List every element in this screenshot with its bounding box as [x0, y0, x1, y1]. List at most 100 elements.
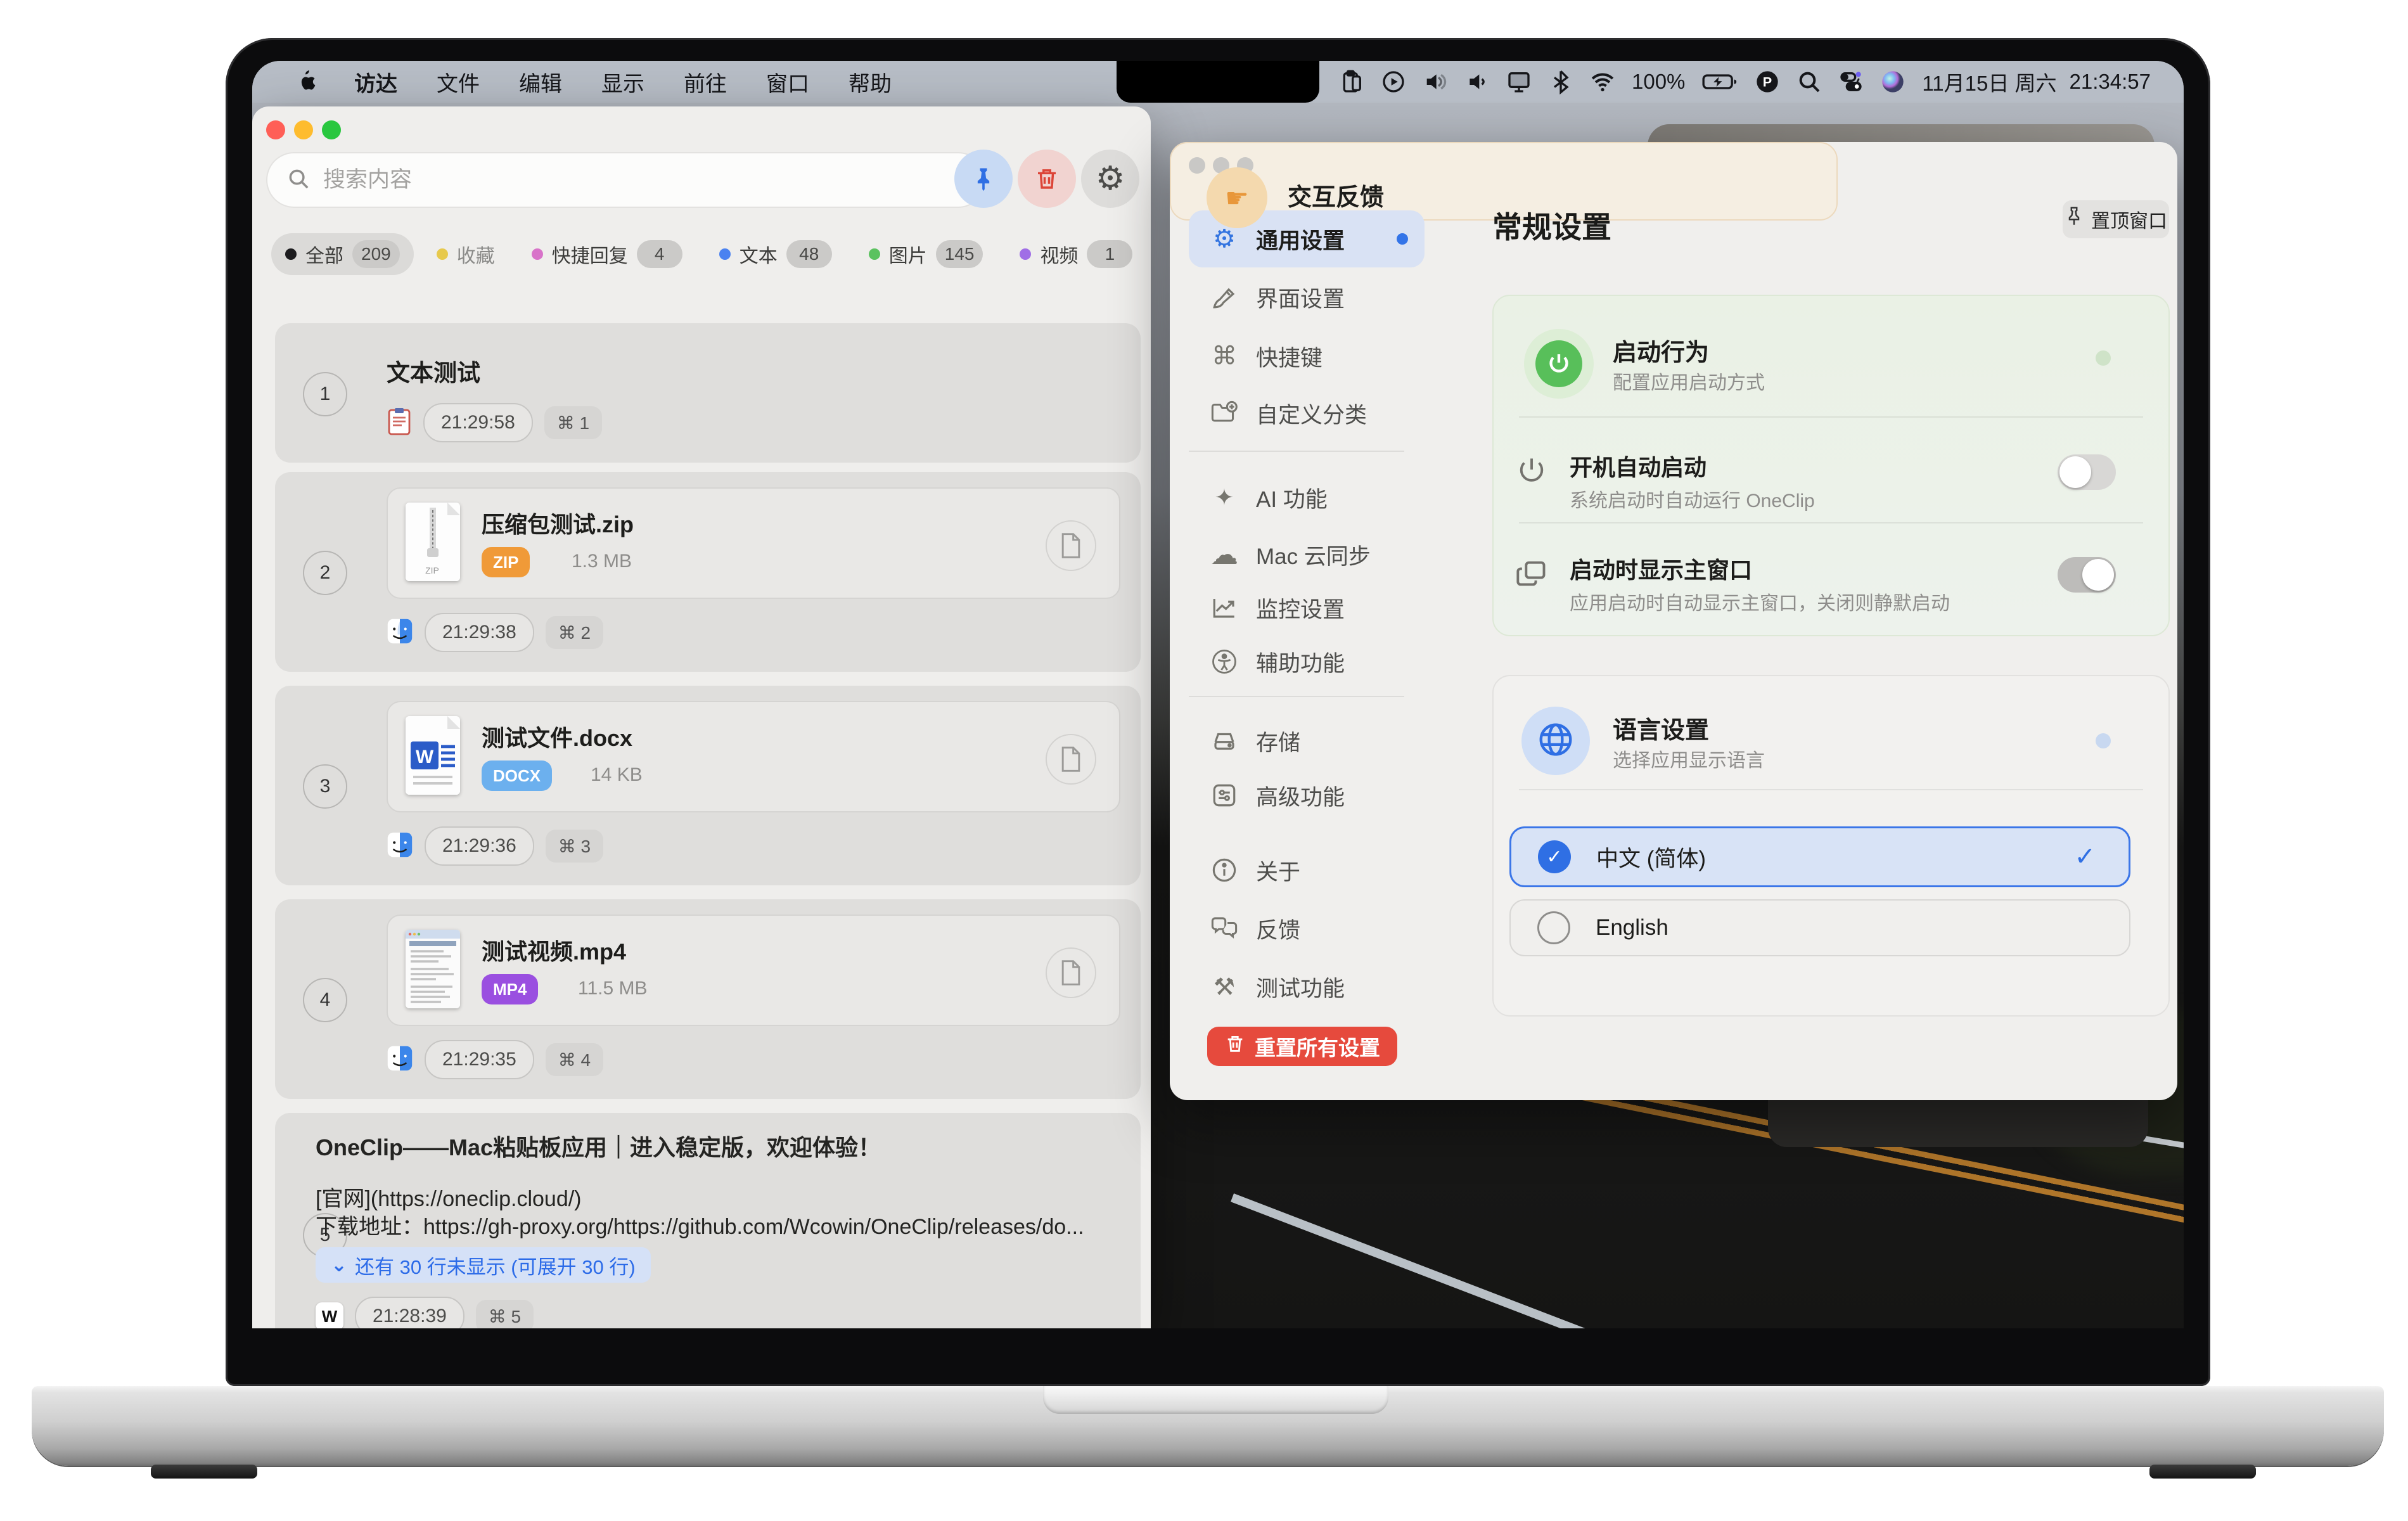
sidebar-item-shortcuts[interactable]: ⌘ 快捷键	[1189, 328, 1425, 385]
sidebar-label: 通用设置	[1256, 228, 1345, 254]
sidebar-item-interface[interactable]: 界面设置	[1189, 269, 1425, 326]
bluetooth-icon[interactable]	[1548, 69, 1573, 94]
settings-gear-button[interactable]: ⚙	[1081, 150, 1139, 208]
open-file-icon[interactable]	[1046, 734, 1096, 785]
battery-icon[interactable]	[1701, 69, 1738, 94]
clear-history-button[interactable]	[1018, 150, 1076, 208]
item-index: 2	[303, 551, 347, 595]
search-bar[interactable]	[266, 152, 986, 208]
screen: 访达 文件 编辑 显示 前往 窗口 帮助 100% P 11月15日 周六 21…	[252, 61, 2184, 1328]
app-p-status-icon[interactable]: P	[1755, 69, 1780, 94]
file-card[interactable]: 测试视频.mp4 MP4 11.5 MB	[387, 915, 1120, 1026]
lid-groove	[1043, 1386, 1388, 1414]
file-type-badge: MP4	[482, 974, 539, 1004]
toggle-knob	[2082, 559, 2114, 591]
sidebar-item-about[interactable]: 关于	[1189, 842, 1425, 899]
card-divider	[1519, 522, 2143, 523]
minimize-button[interactable]	[294, 120, 313, 139]
expand-more-button[interactable]: ⌄ 还有 30 行未显示 (可展开 30 行)	[316, 1247, 651, 1283]
menu-view[interactable]: 显示	[582, 67, 664, 98]
sidebar-item-feedback[interactable]: 反馈	[1189, 900, 1425, 957]
check-icon: ✓	[2074, 843, 2096, 871]
display-icon[interactable]	[1506, 69, 1532, 94]
filter-favorites[interactable]: 收藏	[423, 233, 509, 275]
menu-time[interactable]: 21:34:57	[2070, 70, 2151, 94]
clipboard-item-2[interactable]: 2 ZIP 压缩包测试.zip ZIP 1.3 MB 21:29:38 ⌘ 2	[275, 472, 1141, 672]
clipboard-item-3[interactable]: 3 W 测试文件.docx DOCX 14 KB 21:29:36 ⌘ 3	[275, 686, 1141, 885]
oneclip-settings-window: ⚙ 通用设置 界面设置 ⌘ 快捷键 自定义分类 ✦ AI 功能 ☁ Mac 云同…	[1170, 142, 2177, 1100]
item-shortcut: ⌘ 3	[545, 830, 604, 863]
file-card[interactable]: W 测试文件.docx DOCX 14 KB	[387, 701, 1120, 812]
filter-videos[interactable]: 视频 1	[1006, 233, 1146, 275]
sidebar-item-custom-category[interactable]: 自定义分类	[1189, 385, 1425, 442]
sidebar-item-cloud-sync[interactable]: ☁ Mac 云同步	[1189, 526, 1425, 583]
filter-quick-reply[interactable]: 快捷回复 4	[518, 233, 696, 275]
menu-help[interactable]: 帮助	[829, 67, 911, 98]
spotlight-search-icon[interactable]	[1796, 69, 1822, 94]
sidebar-item-advanced[interactable]: 高级功能	[1189, 767, 1425, 824]
sidebar-label: AI 功能	[1256, 487, 1328, 512]
hammer-icon: ⚒	[1213, 973, 1236, 1001]
open-file-icon[interactable]	[1046, 520, 1096, 571]
toggle-knob	[2059, 456, 2091, 488]
filter-label: 快捷回复	[551, 246, 628, 267]
sidebar-item-test-features[interactable]: ⚒ 测试功能	[1189, 958, 1425, 1015]
launch-at-login-toggle[interactable]	[2058, 454, 2116, 490]
finder-source-icon	[387, 1045, 413, 1075]
file-name: 测试文件.docx	[482, 725, 633, 751]
close-button[interactable]	[266, 120, 285, 139]
language-option-english[interactable]: English	[1509, 899, 2130, 956]
filter-text[interactable]: 文本 48	[705, 233, 846, 275]
filter-images[interactable]: 图片 145	[855, 233, 997, 275]
close-button[interactable]	[1189, 157, 1205, 174]
item-text-line: [官网](https://oneclip.cloud/)	[316, 1187, 582, 1211]
language-option-chinese[interactable]: ✓ 中文 (简体) ✓	[1509, 826, 2130, 887]
file-card[interactable]: ZIP 压缩包测试.zip ZIP 1.3 MB	[387, 487, 1120, 599]
reset-all-settings-button[interactable]: 重置所有设置	[1207, 1027, 1397, 1066]
playback-status-icon[interactable]	[1381, 69, 1406, 94]
pin-window-button[interactable]: 置顶窗口	[2063, 200, 2169, 238]
menu-go[interactable]: 前往	[664, 67, 746, 98]
menu-file[interactable]: 文件	[417, 67, 499, 98]
sidebar-item-ai[interactable]: ✦ AI 功能	[1189, 469, 1425, 526]
option-label: English	[1596, 915, 1668, 940]
show-main-window-toggle[interactable]	[2058, 557, 2116, 593]
svg-text:ZIP: ZIP	[425, 565, 439, 575]
sidebar-item-accessibility[interactable]: 辅助功能	[1189, 633, 1425, 690]
item-text-line: OneClip——Mac粘贴板应用｜进入稳定版，欢迎体验！	[316, 1134, 881, 1160]
menu-bar-left: 访达 文件 编辑 显示 前往 窗口 帮助	[252, 67, 911, 98]
sidebar-label: 高级功能	[1256, 785, 1345, 810]
sidebar-label: 自定义分类	[1256, 402, 1367, 428]
sidebar-item-monitoring[interactable]: 监控设置	[1189, 579, 1425, 636]
filter-label: 收藏	[456, 246, 495, 267]
card-divider	[1519, 416, 2143, 418]
filter-all[interactable]: 全部 209	[271, 233, 414, 275]
wifi-icon[interactable]	[1590, 69, 1615, 94]
open-file-icon[interactable]	[1046, 947, 1096, 998]
clipboard-item-1[interactable]: 1 文本测试 21:29:58 ⌘ 1	[275, 323, 1141, 463]
zoom-button[interactable]	[322, 120, 341, 139]
control-center-icon[interactable]	[1838, 69, 1864, 94]
item-time: 21:29:58	[423, 403, 533, 442]
clipboard-item-4[interactable]: 4 测试视频.mp4 MP4 11.5 MB 21:29:35 ⌘ 4	[275, 899, 1141, 1099]
filter-count: 209	[352, 240, 400, 268]
sidebar-label: 测试功能	[1256, 976, 1345, 1001]
menu-app-name[interactable]: 访达	[335, 67, 417, 98]
apple-logo-icon[interactable]	[278, 69, 335, 94]
pin-button[interactable]	[954, 150, 1013, 208]
menu-edit[interactable]: 编辑	[499, 67, 582, 98]
search-input[interactable]	[322, 167, 895, 193]
menu-window[interactable]: 窗口	[746, 67, 829, 98]
volume-icon[interactable]	[1423, 69, 1448, 94]
sidebar-item-storage[interactable]: 存储	[1189, 712, 1425, 769]
keyboard-volume-icon[interactable]	[1464, 69, 1490, 94]
clipboard-item-5[interactable]: 5 OneClip——Mac粘贴板应用｜进入稳定版，欢迎体验！ [官网](htt…	[275, 1113, 1141, 1328]
siri-icon[interactable]	[1880, 69, 1905, 94]
menu-bar-status: 100% P 11月15日 周六 21:34:57	[1339, 67, 2184, 97]
expand-label: 还有 30 行未显示 (可展开 30 行)	[354, 1255, 636, 1278]
filter-count: 4	[636, 240, 682, 268]
clipboard-status-icon[interactable]	[1339, 69, 1364, 94]
feedback-icon-circle: ☛	[1207, 167, 1267, 228]
menu-date[interactable]: 11月15日 周六	[1922, 67, 2056, 97]
card-subtitle: 配置应用启动方式	[1613, 373, 1765, 394]
